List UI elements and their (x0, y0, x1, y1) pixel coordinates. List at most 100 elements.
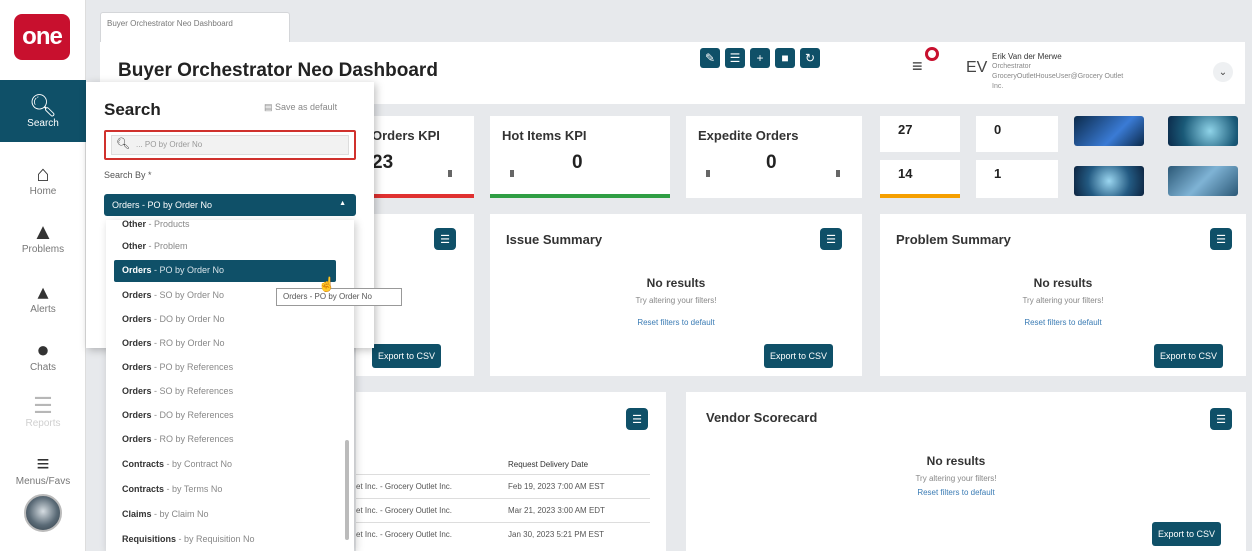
option-desc: - by Contract No (166, 459, 233, 469)
search-input[interactable]: ... PO by Order No (111, 135, 349, 155)
list-scrollbar[interactable] (345, 440, 349, 540)
refresh-button[interactable]: ↻ (800, 48, 820, 68)
hot-items-kpi-card[interactable]: Hot Items KPI 0 (490, 116, 670, 198)
user-role: Orchestrator (992, 63, 1031, 70)
nav-item-reports[interactable]: ☰ Reports (0, 380, 86, 442)
plus-icon: + (756, 51, 764, 65)
option-item[interactable]: Contracts - by Terms No (114, 479, 336, 501)
copy-button[interactable]: ■ (775, 48, 795, 68)
option-desc: - by Terms No (166, 484, 223, 494)
user-initials[interactable]: EV (966, 59, 987, 77)
nav-item-home[interactable]: ⌂ Home (0, 148, 86, 210)
reset-filters-link[interactable]: Reset filters to default (490, 318, 862, 327)
option-category: Orders (122, 434, 152, 444)
save-icon: ▤ (264, 102, 273, 112)
column-header-request-delivery-date[interactable]: Request Delivery Date (508, 460, 588, 469)
one-logo[interactable]: one (14, 14, 70, 60)
image-tile[interactable] (1168, 166, 1238, 196)
search-by-select[interactable]: Orders - PO by Order No ▲ (104, 194, 356, 216)
list-icon: ☰ (729, 51, 741, 65)
expedite-orders-card[interactable]: Expedite Orders 0 (686, 116, 862, 198)
filter-icon: ☰ (826, 233, 836, 246)
notifications-menu-icon[interactable]: ≡ (912, 56, 923, 77)
nav-label: Reports (25, 417, 61, 429)
reset-filters-link[interactable]: Reset filters to default (880, 318, 1246, 327)
list-button[interactable]: ☰ (725, 48, 745, 68)
nav-item-chats[interactable]: ● Chats (0, 324, 86, 386)
card-title: Vendor Scorecard (706, 410, 818, 425)
kpi-marker (836, 170, 840, 177)
issue-summary-card: Issue Summary ☰ No results Try altering … (490, 214, 862, 376)
copy-icon: ■ (781, 51, 789, 65)
export-csv-button[interactable]: Export to CSV (1154, 344, 1224, 368)
add-button[interactable]: + (750, 48, 770, 68)
search-by-options-list[interactable]: Other - Products Other - Problem Orders … (106, 220, 354, 551)
edit-button[interactable]: ✎ (700, 48, 720, 68)
export-csv-button[interactable]: Export to CSV (1152, 522, 1222, 546)
filter-button[interactable]: ☰ (1210, 408, 1232, 430)
option-category: Contracts (122, 459, 165, 469)
nav-item-alerts[interactable]: ▴ Alerts (0, 266, 86, 328)
filter-button[interactable]: ☰ (820, 228, 842, 250)
reset-filters-link[interactable]: Reset filters to default (676, 488, 1236, 497)
mini-tile[interactable]: 0 (976, 116, 1058, 152)
option-item[interactable]: Orders - DO by References (114, 405, 336, 427)
export-csv-button[interactable]: Export to CSV (372, 344, 442, 368)
export-csv-button[interactable]: Export to CSV (764, 344, 834, 368)
filter-button[interactable]: ☰ (626, 408, 648, 430)
nav-item-problems[interactable]: ▲ Problems (0, 206, 86, 268)
nav-item-menus[interactable]: ≡ Menus/Favs (0, 438, 86, 500)
option-item[interactable]: Orders - RO by References (114, 429, 336, 451)
no-results-text: No results (926, 454, 986, 468)
filter-button[interactable]: ☰ (434, 228, 456, 250)
mini-tile[interactable]: 1 (976, 160, 1058, 198)
kpi-value: 23 (372, 152, 394, 173)
option-desc: - by Claim No (154, 509, 209, 519)
divider (356, 498, 650, 499)
nav-label: Chats (29, 361, 57, 373)
user-avatar[interactable] (24, 494, 62, 532)
filter-icon: ☰ (440, 233, 450, 246)
option-category: Orders (122, 265, 152, 275)
table-cell: Mar 21, 2023 3:00 AM EDT (508, 506, 605, 515)
option-item[interactable]: Orders - PO by References (114, 357, 336, 379)
nav-item-search[interactable]: 🔍︎ Search (0, 80, 86, 142)
table-cell: Feb 19, 2023 7:00 AM EST (508, 482, 605, 491)
image-tile[interactable] (1074, 116, 1144, 146)
option-item[interactable]: Orders - DO by Order No (114, 309, 336, 331)
filter-button[interactable]: ☰ (1210, 228, 1232, 250)
image-tile[interactable] (1168, 116, 1238, 146)
nav-label: Search (27, 117, 59, 129)
save-as-default-button[interactable]: ▤ Save as default (264, 102, 337, 113)
filter-icon: ☰ (1216, 413, 1226, 426)
option-item[interactable]: Orders - RO by Order No (114, 333, 336, 355)
image-tile[interactable] (1074, 166, 1144, 196)
nav-label: Menus/Favs (15, 475, 71, 487)
option-item[interactable]: Other - Problem (114, 236, 336, 258)
user-menu-button[interactable]: ⌄ (1213, 62, 1233, 82)
card-title: Issue Summary (506, 232, 603, 247)
option-category: Other (122, 241, 147, 251)
orders-table-card: ☰ Request Delivery Date et Inc. - Grocer… (356, 392, 666, 551)
tab-strip: Buyer Orchestrator Neo Dashboard (86, 0, 1252, 42)
user-name: Erik Van der Merwe (992, 52, 1062, 61)
option-item[interactable]: Claims - by Claim No (114, 504, 336, 526)
mini-tile[interactable]: 14 (880, 160, 960, 198)
option-category: Other (122, 220, 147, 229)
option-item[interactable]: Requisitions - by Requisition No (114, 529, 336, 551)
option-item[interactable]: Contracts - by Contract No (114, 454, 336, 476)
option-item-selected[interactable]: Orders - PO by Order No (114, 260, 336, 282)
option-category: Orders (122, 338, 152, 348)
option-desc: - PO by References (154, 362, 234, 372)
reports-icon: ☰ (33, 392, 53, 418)
option-item[interactable]: Orders - SO by References (114, 381, 336, 403)
divider (356, 522, 650, 523)
option-item[interactable]: Other - Products (114, 220, 336, 236)
kpi-marker (448, 170, 452, 177)
mini-tile[interactable]: 27 (880, 116, 960, 152)
option-desc: - SO by Order No (154, 290, 225, 300)
nav-label: Alerts (30, 303, 56, 315)
search-icon: 🔍︎ (29, 92, 57, 118)
tab-dashboard[interactable]: Buyer Orchestrator Neo Dashboard (100, 12, 290, 42)
option-desc: - SO by References (154, 386, 234, 396)
